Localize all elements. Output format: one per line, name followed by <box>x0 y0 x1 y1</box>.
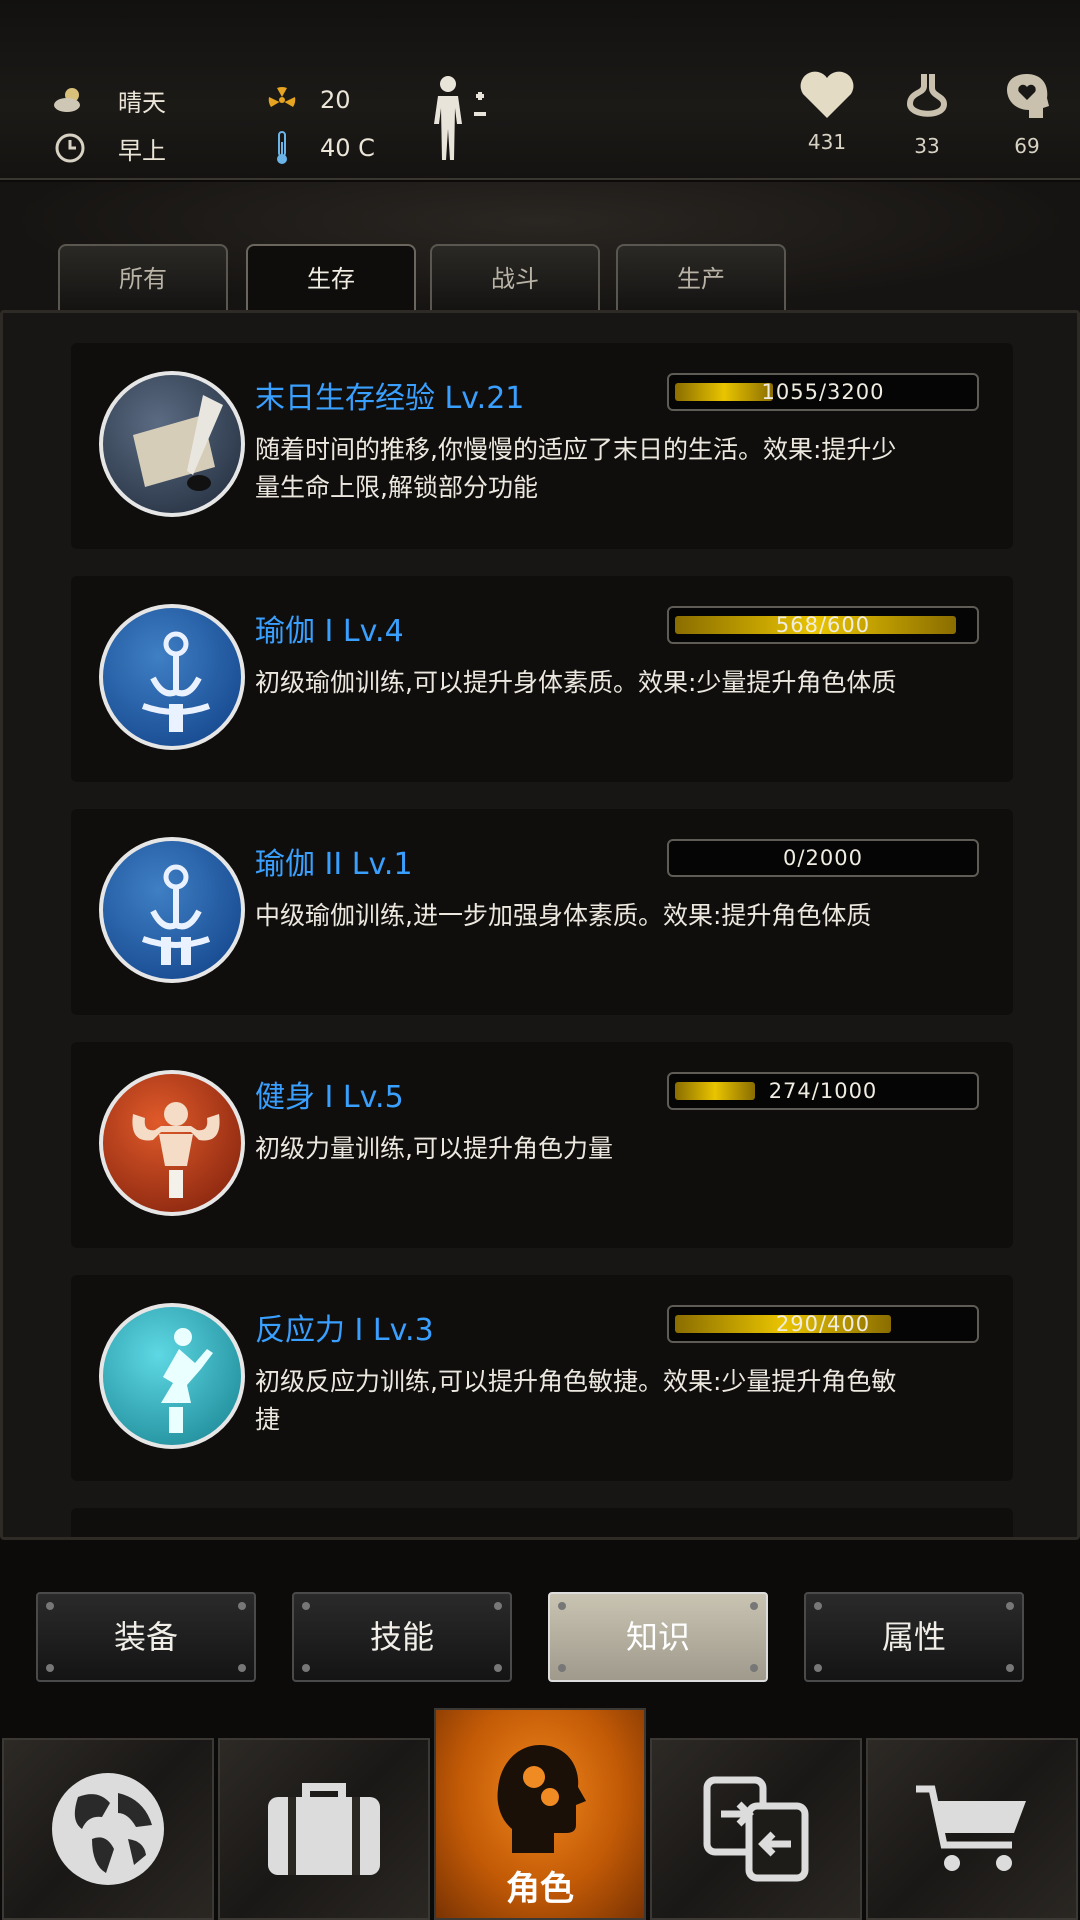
skill-progress-bar: 274/1000 <box>667 1072 979 1110</box>
health-stat: 431 <box>792 70 862 154</box>
skill-progress-bar: 290/400 <box>667 1305 979 1343</box>
nav-inventory-button[interactable] <box>218 1738 430 1920</box>
progress-text: 274/1000 <box>768 1079 878 1103</box>
transfer-icon <box>703 1776 809 1882</box>
rivet-decoration <box>1006 1602 1014 1610</box>
stomach-icon <box>906 74 948 117</box>
rivet-decoration <box>750 1664 758 1672</box>
cart-icon <box>916 1785 1026 1871</box>
status-bar: 晴天 早上 20 40 C 431 33 69 <box>0 0 1080 180</box>
skill-name: 健身 I Lv.5 <box>255 1080 404 1115</box>
skill-card-survival-experience[interactable]: 末日生存经验 Lv.21 1055/3200 随着时间的推移,你慢慢的适应了末日… <box>71 343 1013 549</box>
reflex-icon <box>99 1303 245 1449</box>
radiation-stat: 20 <box>264 82 351 118</box>
health-value: 431 <box>807 130 847 154</box>
tab-survival[interactable]: 生存 <box>246 244 416 312</box>
rivet-decoration <box>494 1602 502 1610</box>
weather-text: 晴天 <box>118 88 166 117</box>
globe-icon <box>52 1773 164 1885</box>
hunger-stat: 33 <box>892 70 962 158</box>
nav-world-button[interactable] <box>2 1738 214 1920</box>
skill-card-reflex[interactable]: 反应力 I Lv.3 290/400 初级反应力训练,可以提升角色敏捷。效果:少… <box>71 1275 1013 1481</box>
rivet-decoration <box>814 1602 822 1610</box>
time-stat: 早上 <box>52 130 166 166</box>
rivet-decoration <box>814 1664 822 1672</box>
rivet-decoration <box>302 1664 310 1672</box>
yoga-2-icon <box>99 837 245 983</box>
time-text: 早上 <box>118 136 166 165</box>
tab-production[interactable]: 生产 <box>616 244 786 310</box>
skill-name: 瑜伽 I Lv.4 <box>255 614 404 649</box>
skill-description: 随着时间的推移,你慢慢的适应了末日的生活。效果:提升少量生命上限,解锁部分功能 <box>255 435 897 502</box>
subnav-skills-button[interactable]: 技能 <box>292 1592 512 1682</box>
radiation-icon <box>264 82 300 118</box>
skill-name: 末日生存经验 Lv.21 <box>255 381 525 416</box>
rivet-decoration <box>558 1664 566 1672</box>
mental-stat: 69 <box>992 70 1062 158</box>
skill-list[interactable]: 末日生存经验 Lv.21 1055/3200 随着时间的推移,你慢慢的适应了末日… <box>0 310 1080 1540</box>
body-figure-icon <box>434 76 486 160</box>
subnav-equipment-button[interactable]: 装备 <box>36 1592 256 1682</box>
skill-card-bodybuilding[interactable]: 健身 I Lv.5 274/1000 初级力量训练,可以提升角色力量 <box>71 1042 1013 1248</box>
rivet-decoration <box>1006 1664 1014 1672</box>
clock-icon <box>52 130 88 166</box>
skill-name: 反应力 I Lv.3 <box>255 1313 434 1348</box>
progress-text: 0/2000 <box>783 846 863 870</box>
rivet-decoration <box>46 1602 54 1610</box>
progress-text: 290/400 <box>775 1312 871 1336</box>
weather-sun-cloud-icon <box>52 82 88 118</box>
hunger-value: 33 <box>914 134 940 158</box>
nav-shop-button[interactable] <box>866 1738 1078 1920</box>
yoga-1-icon <box>99 604 245 750</box>
skill-card-next-partial[interactable] <box>71 1508 1013 1537</box>
rivet-decoration <box>238 1664 246 1672</box>
mental-value: 69 <box>1014 134 1040 158</box>
scroll-quill-icon <box>99 371 245 517</box>
briefcase-icon <box>268 1783 380 1875</box>
heart-icon <box>800 71 854 118</box>
progress-text: 1055/3200 <box>761 380 885 404</box>
tab-combat[interactable]: 战斗 <box>430 244 600 310</box>
nav-trade-button[interactable] <box>650 1738 862 1920</box>
radiation-value: 20 <box>320 86 351 114</box>
temperature-value: 40 C <box>320 134 375 162</box>
rivet-decoration <box>558 1602 566 1610</box>
thermometer-icon <box>264 130 300 166</box>
tab-all[interactable]: 所有 <box>58 244 228 310</box>
weather-stat: 晴天 <box>52 82 166 118</box>
progress-text: 568/600 <box>775 613 871 637</box>
rivet-decoration <box>238 1602 246 1610</box>
skill-progress-bar: 568/600 <box>667 606 979 644</box>
skill-description: 初级瑜伽训练,可以提升身体素质。效果:少量提升角色体质 <box>255 668 897 697</box>
subnav-attributes-button[interactable]: 属性 <box>804 1592 1024 1682</box>
skill-card-yoga-1[interactable]: 瑜伽 I Lv.4 568/600 初级瑜伽训练,可以提升身体素质。效果:少量提… <box>71 576 1013 782</box>
body-status-button[interactable] <box>426 74 496 164</box>
nav-character-button[interactable]: 角色 <box>434 1708 646 1920</box>
skill-description: 中级瑜伽训练,进一步加强身体素质。效果:提升角色体质 <box>255 901 872 930</box>
nav-character-label: 角色 <box>506 1869 574 1909</box>
head-gears-icon <box>497 1745 586 1854</box>
temperature-stat: 40 C <box>264 130 375 166</box>
bodybuilding-icon <box>99 1070 245 1216</box>
skill-description: 初级力量训练,可以提升角色力量 <box>255 1134 613 1163</box>
rivet-decoration <box>494 1664 502 1672</box>
rivet-decoration <box>750 1602 758 1610</box>
head-heart-icon <box>1007 74 1049 118</box>
skill-name: 瑜伽 II Lv.1 <box>255 847 413 882</box>
rivet-decoration <box>302 1602 310 1610</box>
rivet-decoration <box>46 1664 54 1672</box>
skill-progress-bar: 0/2000 <box>667 839 979 877</box>
skill-progress-bar: 1055/3200 <box>667 373 979 411</box>
skill-card-yoga-2[interactable]: 瑜伽 II Lv.1 0/2000 中级瑜伽训练,进一步加强身体素质。效果:提升… <box>71 809 1013 1015</box>
subnav-knowledge-button[interactable]: 知识 <box>548 1592 768 1682</box>
skill-description: 初级反应力训练,可以提升角色敏捷。效果:少量提升角色敏捷 <box>255 1367 897 1434</box>
